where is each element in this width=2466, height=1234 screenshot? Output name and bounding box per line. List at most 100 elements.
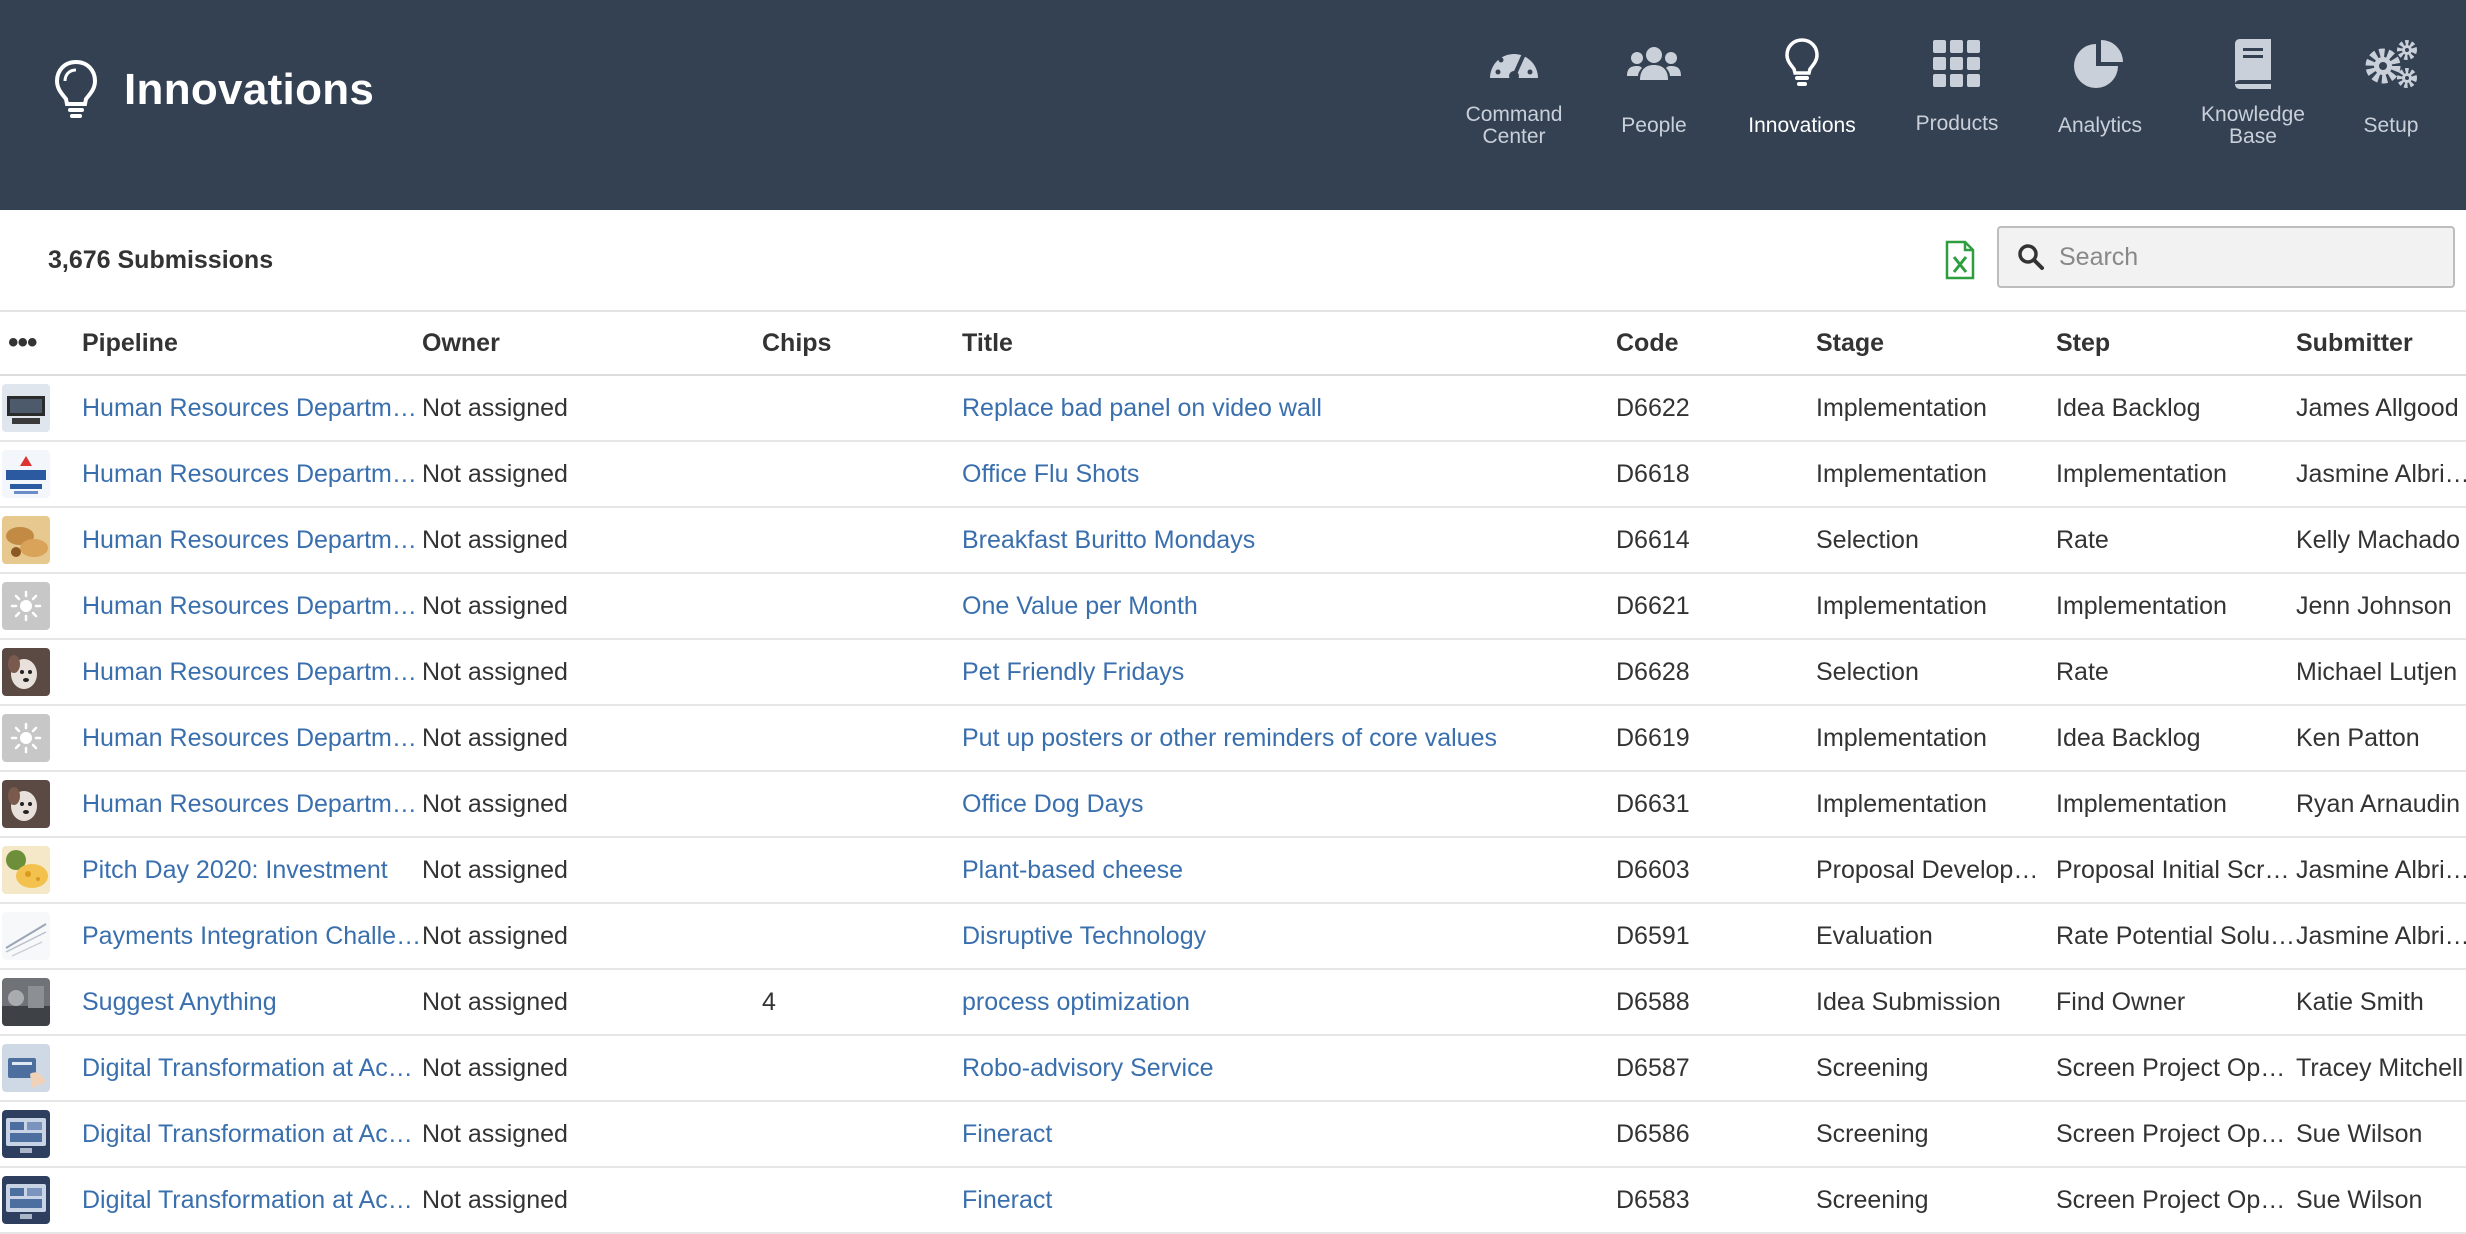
- speedometer-icon: [1490, 49, 1538, 81]
- pipeline-link[interactable]: Pitch Day 2020: Investment: [82, 837, 422, 904]
- row-thumbnail[interactable]: [0, 639, 82, 706]
- search-input[interactable]: [2059, 242, 2439, 272]
- title-link[interactable]: Breakfast Buritto Mondays: [962, 507, 1616, 574]
- code-cell: D6603: [1616, 837, 1816, 904]
- search-box: [1997, 226, 2455, 288]
- pipeline-link[interactable]: Digital Transformation at Acme: [82, 1167, 422, 1234]
- chips-cell: [762, 1101, 962, 1168]
- owner-cell: Not assigned: [422, 837, 762, 904]
- row-thumbnail[interactable]: [0, 573, 82, 640]
- owner-cell: Not assigned: [422, 771, 762, 838]
- title-link[interactable]: Robo-advisory Service: [962, 1035, 1616, 1102]
- table-row[interactable]: Digital Transformation at Acme Not assign…: [0, 1035, 2466, 1102]
- nav-label: Knowledge Base: [2201, 103, 2305, 148]
- step-cell: Idea Backlog: [2056, 375, 2296, 442]
- column-header-owner[interactable]: Owner: [422, 312, 762, 376]
- title-link[interactable]: Pet Friendly Fridays: [962, 639, 1616, 706]
- title-link[interactable]: process optimization: [962, 969, 1616, 1036]
- pipeline-link[interactable]: Digital Transformation at Acme: [82, 1035, 422, 1102]
- step-cell: Screen Project Opportunity: [2056, 1101, 2296, 1168]
- table-row[interactable]: Human Resources Department Not assigned Of…: [0, 771, 2466, 838]
- title-link[interactable]: Put up posters or other reminders of cor…: [962, 705, 1616, 772]
- row-thumbnail[interactable]: [0, 705, 82, 772]
- column-header-chips[interactable]: Chips: [762, 312, 962, 376]
- row-thumbnail[interactable]: [0, 375, 82, 442]
- step-cell: Implementation: [2056, 573, 2296, 640]
- pipeline-link[interactable]: Payments Integration Challenge: [82, 903, 422, 970]
- submitter-cell: Jasmine Albright: [2296, 441, 2466, 508]
- owner-cell: Not assigned: [422, 375, 762, 442]
- title-link[interactable]: Plant-based cheese: [962, 837, 1616, 904]
- nav-item-innovations[interactable]: Innovations: [1727, 36, 1877, 137]
- robo-thumbnail-image: [2, 1044, 50, 1092]
- pipeline-link[interactable]: Human Resources Department: [82, 441, 422, 508]
- submitter-cell: Jasmine Albright: [2296, 903, 2466, 970]
- screen-thumbnail-image: [2, 1176, 50, 1224]
- column-header-pipeline[interactable]: Pipeline: [82, 312, 422, 376]
- stage-cell: Implementation: [1816, 375, 2056, 442]
- nav-item-people[interactable]: People: [1579, 36, 1729, 137]
- lightbulb-icon: [1785, 38, 1819, 86]
- stage-cell: Screening: [1816, 1035, 2056, 1102]
- title-link[interactable]: Office Flu Shots: [962, 441, 1616, 508]
- nav-item-setup[interactable]: Setup: [2316, 36, 2466, 137]
- step-cell: Rate: [2056, 507, 2296, 574]
- nav-label: Products: [1915, 112, 1999, 135]
- title-link[interactable]: Office Dog Days: [962, 771, 1616, 838]
- column-header-submitter[interactable]: Submitter: [2296, 312, 2466, 376]
- row-thumbnail[interactable]: [0, 1167, 82, 1234]
- column-header-stage[interactable]: Stage: [1816, 312, 2056, 376]
- table-row[interactable]: Human Resources Department Not assigned Re…: [0, 375, 2466, 442]
- table-row[interactable]: Suggest Anything Not assigned 4 process opt…: [0, 969, 2466, 1036]
- table-row[interactable]: Human Resources Department Not assigned Pu…: [0, 705, 2466, 772]
- row-thumbnail[interactable]: [0, 1101, 82, 1168]
- row-thumbnail[interactable]: [0, 441, 82, 508]
- row-thumbnail[interactable]: [0, 903, 82, 970]
- owner-cell: Not assigned: [422, 573, 762, 640]
- table-row[interactable]: Human Resources Department Not assigned Br…: [0, 507, 2466, 574]
- stage-cell: Screening: [1816, 1167, 2056, 1234]
- row-thumbnail[interactable]: [0, 771, 82, 838]
- code-cell: D6614: [1616, 507, 1816, 574]
- table-row[interactable]: Digital Transformation at Acme Not assign…: [0, 1101, 2466, 1168]
- nav-item-analytics[interactable]: Analytics: [2025, 36, 2175, 137]
- row-thumbnail[interactable]: [0, 507, 82, 574]
- column-header-step[interactable]: Step: [2056, 312, 2296, 376]
- pipeline-link[interactable]: Human Resources Department: [82, 573, 422, 640]
- title-link[interactable]: Replace bad panel on video wall: [962, 375, 1616, 442]
- table-row[interactable]: Human Resources Department Not assigned Pe…: [0, 639, 2466, 706]
- excel-export-icon[interactable]: [1945, 240, 1975, 280]
- step-cell: Rate Potential Solutions: [2056, 903, 2296, 970]
- table-row[interactable]: Human Resources Department Not assigned Of…: [0, 441, 2466, 508]
- pipeline-link[interactable]: Human Resources Department: [82, 639, 422, 706]
- nav-label: Setup: [2363, 114, 2419, 137]
- step-cell: Implementation: [2056, 441, 2296, 508]
- column-menu-button[interactable]: •••: [0, 312, 82, 376]
- table-row[interactable]: Digital Transformation at Acme Not assign…: [0, 1167, 2466, 1234]
- stage-cell: Idea Submission: [1816, 969, 2056, 1036]
- pipeline-link[interactable]: Suggest Anything: [82, 969, 422, 1036]
- chips-cell: [762, 441, 962, 508]
- nav-item-knowledge-base[interactable]: Knowledge Base: [2178, 36, 2328, 148]
- title-link[interactable]: One Value per Month: [962, 573, 1616, 640]
- title-link[interactable]: Fineract: [962, 1101, 1616, 1168]
- title-link[interactable]: Disruptive Technology: [962, 903, 1616, 970]
- pipeline-link[interactable]: Human Resources Department: [82, 705, 422, 772]
- pipeline-link[interactable]: Human Resources Department: [82, 375, 422, 442]
- column-header-title[interactable]: Title: [962, 312, 1616, 376]
- row-thumbnail[interactable]: [0, 837, 82, 904]
- row-thumbnail[interactable]: [0, 969, 82, 1036]
- nav-item-command-center[interactable]: Command Center: [1439, 36, 1589, 148]
- pipeline-link[interactable]: Digital Transformation at Acme: [82, 1101, 422, 1168]
- table-row[interactable]: Pitch Day 2020: Investment Not assigned Pl…: [0, 837, 2466, 904]
- row-thumbnail[interactable]: [0, 1035, 82, 1102]
- stage-cell: Implementation: [1816, 441, 2056, 508]
- table-row[interactable]: Payments Integration Challenge Not assign…: [0, 903, 2466, 970]
- pipeline-link[interactable]: Human Resources Department: [82, 771, 422, 838]
- nav-item-products[interactable]: Products: [1882, 36, 2032, 135]
- pipeline-link[interactable]: Human Resources Department: [82, 507, 422, 574]
- code-cell: D6586: [1616, 1101, 1816, 1168]
- title-link[interactable]: Fineract: [962, 1167, 1616, 1234]
- column-header-code[interactable]: Code: [1616, 312, 1816, 376]
- table-row[interactable]: Human Resources Department Not assigned On…: [0, 573, 2466, 640]
